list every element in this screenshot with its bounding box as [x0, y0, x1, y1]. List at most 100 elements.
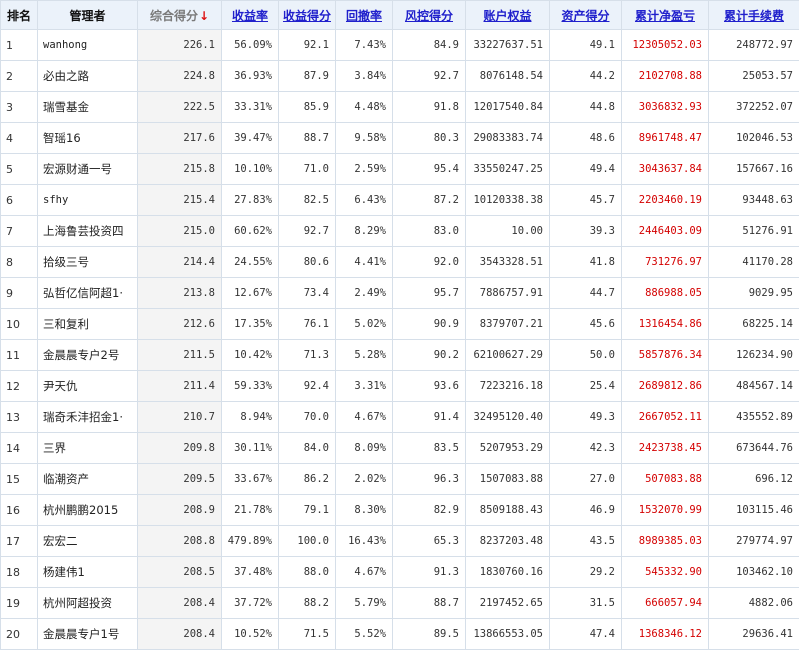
cum-fee-cell: 25053.57 [709, 61, 799, 92]
manager-name-link[interactable]: sfhy [38, 185, 138, 216]
cum-pnl-cell: 8961748.47 [622, 123, 709, 154]
risk-score-cell: 87.2 [393, 185, 466, 216]
manager-name-link[interactable]: 临潮资产 [38, 464, 138, 495]
manager-name-link[interactable]: wanhong [38, 30, 138, 61]
composite-score-cell: 209.8 [138, 433, 222, 464]
col-header-return-rate[interactable]: 收益率 [222, 1, 279, 30]
return-score-cell: 71.3 [279, 340, 336, 371]
cum-fee-cell: 51276.91 [709, 216, 799, 247]
return-rate-cell: 56.09% [222, 30, 279, 61]
manager-name-link[interactable]: 杨建伟1 [38, 557, 138, 588]
table-row: 5宏源财通一号215.810.10%71.02.59%95.433550247.… [1, 154, 799, 185]
col-header-risk-score[interactable]: 风控得分 [393, 1, 466, 30]
return-rate-cell: 39.47% [222, 123, 279, 154]
cum-pnl-cell: 1532070.99 [622, 495, 709, 526]
rank-cell: 16 [1, 495, 38, 526]
equity-cell: 8237203.48 [466, 526, 550, 557]
risk-score-cell: 93.6 [393, 371, 466, 402]
col-header-composite-label[interactable]: 综合得分 [150, 9, 198, 23]
return-score-cell: 84.0 [279, 433, 336, 464]
asset-score-cell: 43.5 [550, 526, 622, 557]
manager-name-link[interactable]: 尹天仇 [38, 371, 138, 402]
col-header-composite[interactable]: 综合得分↓ [138, 1, 222, 30]
table-row: 2必由之路224.836.93%87.93.84%92.78076148.544… [1, 61, 799, 92]
asset-score-cell: 49.1 [550, 30, 622, 61]
return-rate-cell: 17.35% [222, 309, 279, 340]
return-score-cell: 100.0 [279, 526, 336, 557]
equity-cell: 33227637.51 [466, 30, 550, 61]
cum-pnl-cell: 1316454.86 [622, 309, 709, 340]
manager-name-link[interactable]: 宏宏二 [38, 526, 138, 557]
risk-score-cell: 92.7 [393, 61, 466, 92]
manager-name-link[interactable]: 金晨晨专户2号 [38, 340, 138, 371]
asset-score-cell: 25.4 [550, 371, 622, 402]
manager-name-link[interactable]: 拾级三号 [38, 247, 138, 278]
composite-score-cell: 208.4 [138, 588, 222, 619]
return-score-cell: 87.9 [279, 61, 336, 92]
col-header-equity[interactable]: 账户权益 [466, 1, 550, 30]
return-rate-cell: 24.55% [222, 247, 279, 278]
return-score-cell: 82.5 [279, 185, 336, 216]
drawdown-cell: 7.43% [336, 30, 393, 61]
equity-cell: 1830760.16 [466, 557, 550, 588]
equity-cell: 10.00 [466, 216, 550, 247]
return-rate-cell: 21.78% [222, 495, 279, 526]
return-rate-cell: 10.42% [222, 340, 279, 371]
col-header-drawdown[interactable]: 回撤率 [336, 1, 393, 30]
manager-name-link[interactable]: 宏源财通一号 [38, 154, 138, 185]
equity-cell: 62100627.29 [466, 340, 550, 371]
manager-name-link[interactable]: 上海鲁芸投资四 [38, 216, 138, 247]
composite-score-cell: 215.4 [138, 185, 222, 216]
col-header-cum-fee[interactable]: 累计手续费 [709, 1, 799, 30]
asset-score-cell: 29.2 [550, 557, 622, 588]
return-rate-cell: 36.93% [222, 61, 279, 92]
rank-cell: 5 [1, 154, 38, 185]
risk-score-cell: 91.4 [393, 402, 466, 433]
return-score-cell: 86.2 [279, 464, 336, 495]
return-score-cell: 80.6 [279, 247, 336, 278]
composite-score-cell: 211.4 [138, 371, 222, 402]
col-header-manager: 管理者 [38, 1, 138, 30]
manager-name-link[interactable]: 杭州鹏鹏2015 [38, 495, 138, 526]
cum-pnl-cell: 666057.94 [622, 588, 709, 619]
asset-score-cell: 41.8 [550, 247, 622, 278]
cum-fee-cell: 484567.14 [709, 371, 799, 402]
table-row: 6sfhy215.427.83%82.56.43%87.210120338.38… [1, 185, 799, 216]
return-score-cell: 88.7 [279, 123, 336, 154]
asset-score-cell: 44.2 [550, 61, 622, 92]
manager-name-link[interactable]: 三界 [38, 433, 138, 464]
col-header-cum-pnl[interactable]: 累计净盈亏 [622, 1, 709, 30]
drawdown-cell: 3.84% [336, 61, 393, 92]
cum-fee-cell: 103115.46 [709, 495, 799, 526]
risk-score-cell: 92.0 [393, 247, 466, 278]
drawdown-cell: 8.29% [336, 216, 393, 247]
asset-score-cell: 44.8 [550, 92, 622, 123]
manager-name-link[interactable]: 三和复利 [38, 309, 138, 340]
manager-name-link[interactable]: 弘哲亿信阿超1· [38, 278, 138, 309]
cum-fee-cell: 9029.95 [709, 278, 799, 309]
manager-name-link[interactable]: 瑞奇禾沣招金1· [38, 402, 138, 433]
risk-score-cell: 84.9 [393, 30, 466, 61]
equity-cell: 29083383.74 [466, 123, 550, 154]
manager-name-link[interactable]: 必由之路 [38, 61, 138, 92]
risk-score-cell: 96.3 [393, 464, 466, 495]
return-score-cell: 92.4 [279, 371, 336, 402]
manager-name-link[interactable]: 瑞雪基金 [38, 92, 138, 123]
rank-cell: 3 [1, 92, 38, 123]
manager-name-link[interactable]: 智瑶16 [38, 123, 138, 154]
composite-score-cell: 215.0 [138, 216, 222, 247]
cum-fee-cell: 157667.16 [709, 154, 799, 185]
equity-cell: 8379707.21 [466, 309, 550, 340]
risk-score-cell: 83.5 [393, 433, 466, 464]
col-header-asset-score[interactable]: 资产得分 [550, 1, 622, 30]
asset-score-cell: 39.3 [550, 216, 622, 247]
col-header-return-score[interactable]: 收益得分 [279, 1, 336, 30]
manager-name-link[interactable]: 杭州阿超投资 [38, 588, 138, 619]
return-score-cell: 92.7 [279, 216, 336, 247]
asset-score-cell: 45.6 [550, 309, 622, 340]
equity-cell: 12017540.84 [466, 92, 550, 123]
rank-cell: 10 [1, 309, 38, 340]
return-rate-cell: 27.83% [222, 185, 279, 216]
equity-cell: 8509188.43 [466, 495, 550, 526]
risk-score-cell: 91.8 [393, 92, 466, 123]
